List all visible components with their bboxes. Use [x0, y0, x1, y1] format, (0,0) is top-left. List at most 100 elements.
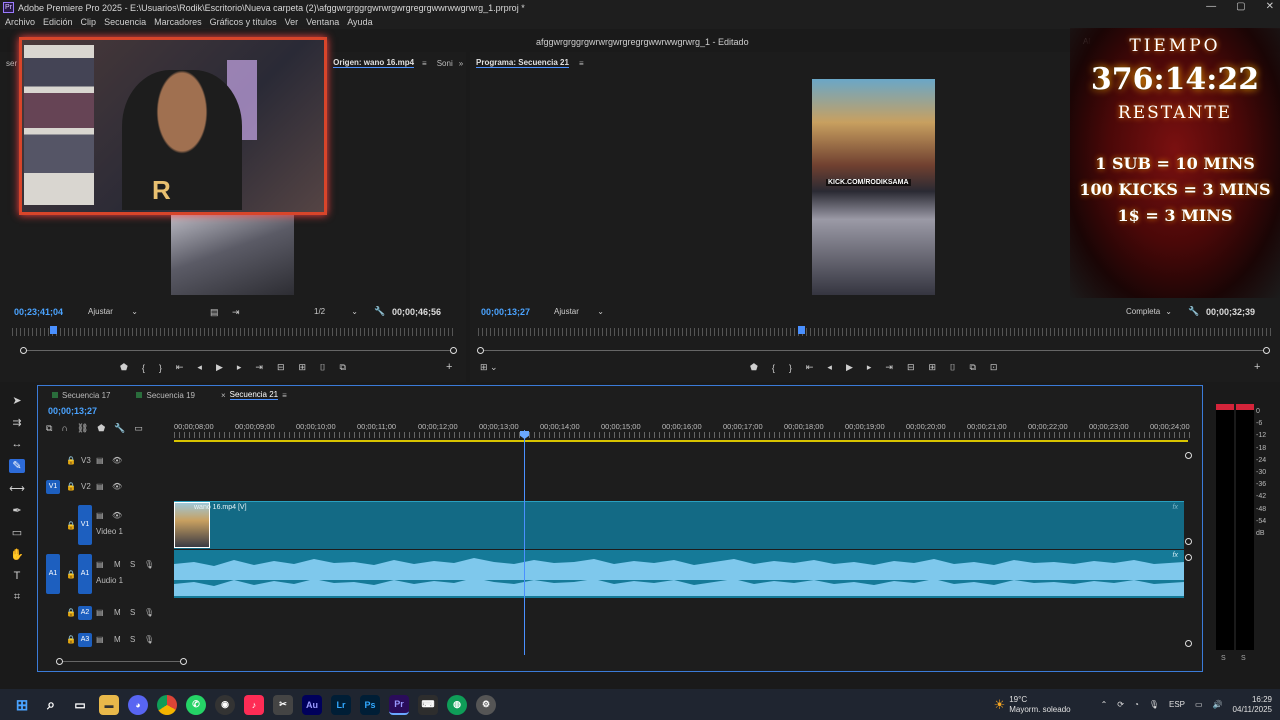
add-button-icon[interactable]: +	[446, 361, 452, 373]
selection-tool-icon[interactable]: ➤	[12, 394, 21, 407]
chrome-icon[interactable]	[157, 694, 177, 715]
windows-start-icon[interactable]: ⊞	[12, 695, 32, 715]
source-zoom-left-handle[interactable]	[20, 347, 27, 354]
search-icon[interactable]: ⌕	[41, 695, 61, 715]
source-zoom-right-handle[interactable]	[450, 347, 457, 354]
menu-ver[interactable]: Ver	[285, 17, 299, 27]
chevron-up-icon[interactable]: ⌃	[1101, 700, 1108, 709]
camera-icon[interactable]: ⌷	[950, 362, 955, 373]
play-icon[interactable]: ▶	[846, 362, 853, 373]
menu-graficos[interactable]: Gráficos y títulos	[210, 17, 277, 27]
weather-icon[interactable]: ☀	[994, 697, 1006, 713]
tab-secuencia-17[interactable]: Secuencia 17	[52, 388, 110, 402]
step-back-icon[interactable]: ◂	[827, 362, 832, 373]
menu-clip[interactable]: Clip	[81, 17, 97, 27]
source-fit-dropdown[interactable]: Ajustar ⌄	[84, 306, 142, 317]
caption-tool-icon[interactable]: ⌗	[14, 591, 20, 604]
more-tabs-icon[interactable]: »	[459, 59, 463, 68]
tiktok-icon[interactable]: ♪	[244, 694, 264, 715]
sync-lock-icon[interactable]: ▤	[96, 560, 104, 569]
menu-secuencia[interactable]: Secuencia	[104, 17, 146, 27]
add-marker-icon[interactable]: ⬟	[120, 362, 128, 373]
lock-icon[interactable]: 🔒	[66, 456, 76, 465]
lock-icon[interactable]: 🔒	[66, 570, 76, 579]
close-icon[interactable]: ×	[221, 391, 226, 400]
lightroom-icon[interactable]: Lr	[331, 694, 351, 715]
extract-icon[interactable]: ⊞	[928, 362, 936, 373]
task-view-icon[interactable]: ▭	[70, 695, 90, 715]
settings-icon[interactable]: ⚙	[476, 694, 496, 715]
clock[interactable]: 16:29 04/11/2025	[1233, 695, 1272, 715]
panel-menu-icon[interactable]: ≡	[282, 391, 287, 400]
source-playhead[interactable]	[50, 326, 57, 334]
settings-icon[interactable]: ▤	[210, 307, 219, 318]
capcut-icon[interactable]: ✂	[273, 694, 293, 715]
play-icon[interactable]: ▶	[216, 362, 223, 373]
rectangle-tool-icon[interactable]: ▭	[12, 526, 22, 539]
mark-out-icon[interactable]: }	[789, 363, 792, 373]
snap-icon[interactable]: ∩	[61, 423, 67, 434]
menu-marcadores[interactable]: Marcadores	[154, 17, 202, 27]
volume-icon[interactable]: 🔊	[1213, 700, 1223, 709]
work-area-bar[interactable]	[174, 440, 1188, 442]
go-to-out-icon[interactable]: ⇥	[255, 362, 263, 373]
ripple-edit-tool-icon[interactable]: ↔	[12, 438, 23, 450]
vscroll-bottom-handle[interactable]	[1185, 640, 1192, 647]
language-indicator[interactable]: ESP	[1169, 700, 1185, 709]
program-resolution-dropdown[interactable]: Completa ⌄	[1122, 306, 1176, 317]
add-marker-icon[interactable]: ⬟	[97, 423, 105, 434]
menu-edicion[interactable]: Edición	[43, 17, 73, 27]
discord-icon[interactable]: ◕	[128, 694, 148, 715]
monitor-icon[interactable]: ▭	[1195, 700, 1203, 709]
vscroll-handle[interactable]	[1185, 538, 1192, 545]
source-zoom-track[interactable]	[24, 350, 454, 351]
sync-lock-icon[interactable]: ▤	[96, 511, 104, 520]
mute-button[interactable]: M	[114, 560, 121, 569]
timeline-zoom-left-handle[interactable]	[56, 658, 63, 665]
sync-icon[interactable]: ⟳	[1117, 700, 1124, 709]
program-playhead[interactable]	[798, 326, 805, 334]
premiere-icon[interactable]: Pr	[389, 694, 409, 715]
microphone-icon[interactable]: 🎙	[144, 608, 154, 617]
lock-icon[interactable]: 🔒	[66, 608, 76, 617]
tab-program[interactable]: Programa: Secuencia 21	[476, 58, 569, 68]
step-forward-icon[interactable]: ▸	[867, 362, 872, 373]
program-fit-dropdown[interactable]: Ajustar ⌄	[550, 306, 608, 317]
microphone-icon[interactable]: 🎙	[144, 635, 154, 644]
mute-button[interactable]: M	[114, 608, 121, 617]
microphone-icon[interactable]: 🎙	[144, 560, 154, 569]
export-frame-icon[interactable]: ⇥	[232, 307, 240, 318]
track-target-v1[interactable]: V1	[78, 505, 92, 545]
photoshop-icon[interactable]: Ps	[360, 694, 380, 715]
slip-tool-icon[interactable]: ⟷	[9, 482, 25, 495]
razor-tool-icon[interactable]: ✎	[9, 459, 25, 473]
nest-icon[interactable]: ⧉	[46, 423, 52, 434]
mark-in-icon[interactable]: {	[772, 363, 775, 373]
panel-menu-icon[interactable]: ≡	[579, 59, 584, 68]
audio-clip[interactable]: fx	[174, 550, 1184, 598]
vscroll-handle[interactable]	[1185, 554, 1192, 561]
track-select-tool-icon[interactable]: ⇉	[12, 416, 21, 429]
eye-icon[interactable]: 👁	[112, 511, 122, 520]
maximize-icon[interactable]: ▢	[1236, 1, 1245, 12]
insert-icon[interactable]: ⊟	[277, 362, 285, 373]
wrench-icon[interactable]: 🔧	[374, 306, 385, 317]
sync-lock-icon[interactable]: ▤	[96, 635, 104, 644]
program-timecode[interactable]: 00;00;13;27	[481, 307, 530, 317]
add-marker-icon[interactable]: ⬟	[750, 362, 758, 373]
network-icon[interactable]: ◔	[1134, 700, 1139, 709]
mark-in-icon[interactable]: {	[142, 363, 145, 373]
button-editor-icon[interactable]: ⧉	[339, 362, 345, 373]
lift-icon[interactable]: ⊟	[907, 362, 915, 373]
whatsapp-icon[interactable]: ✆	[186, 694, 206, 715]
panel-menu-icon[interactable]: ≡	[422, 59, 427, 68]
wrench-icon[interactable]: 🔧	[114, 423, 125, 434]
chrome-profile-icon[interactable]: ◍	[447, 694, 467, 715]
close-icon[interactable]: ✕	[1266, 1, 1274, 12]
sync-lock-icon[interactable]: ▤	[96, 456, 104, 465]
eye-icon[interactable]: 👁	[112, 482, 122, 491]
solo-button[interactable]: S	[130, 608, 135, 617]
tab-source[interactable]: Origen: wano 16.mp4	[333, 58, 415, 68]
menu-archivo[interactable]: Archivo	[5, 17, 35, 27]
menu-ayuda[interactable]: Ayuda	[347, 17, 372, 27]
